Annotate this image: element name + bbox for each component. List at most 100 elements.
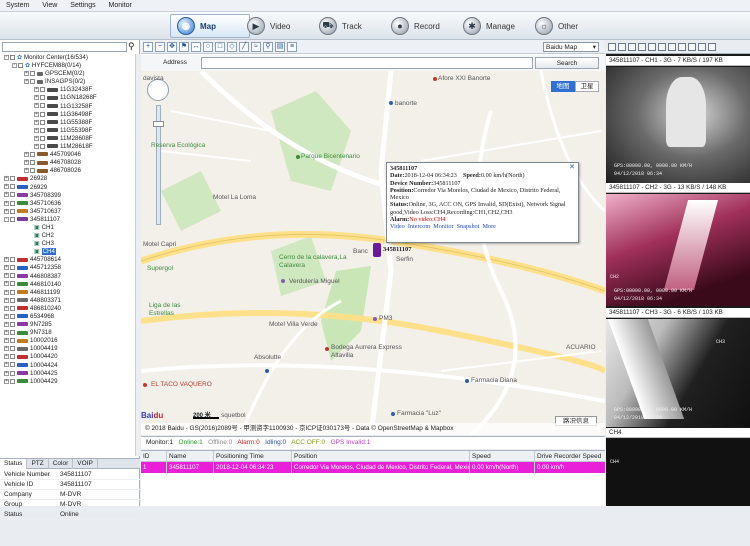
tree-checkbox[interactable] — [40, 135, 45, 141]
tree-device[interactable]: +10004424 — [0, 362, 140, 370]
tree-checkbox[interactable] — [40, 111, 45, 117]
video-frame-ch3[interactable]: CH3 GPS:00000.00, 0000.00 KM/H 04/12/201… — [606, 319, 750, 427]
tree-checkbox[interactable] — [30, 79, 35, 85]
tree-subgroup[interactable]: + INSAGPS(0/2) — [0, 78, 140, 86]
tree-device[interactable]: +9N7318 — [0, 329, 140, 337]
device-tree[interactable]: - ✿ Monitor Center(16/534) - ✿ HYFCEM88(0/… — [0, 54, 140, 456]
tree-device[interactable]: +11G55388F — [0, 119, 140, 127]
tree-checkbox[interactable] — [30, 71, 35, 77]
tree-device[interactable]: +446808387 — [0, 273, 140, 281]
tree-checkbox[interactable] — [10, 265, 15, 271]
col-time[interactable]: Positioning Time — [214, 451, 292, 461]
expand-icon[interactable]: + — [24, 71, 29, 77]
expand-icon[interactable]: + — [4, 176, 9, 182]
tree-device[interactable]: +11G13258F — [0, 103, 140, 111]
vehicle-marker-icon[interactable] — [373, 243, 381, 257]
tree-checkbox[interactable] — [30, 168, 35, 174]
tree-device[interactable]: +445709046 — [0, 151, 140, 159]
menu-monitor[interactable]: Monitor — [103, 0, 137, 9]
tree-subgroup[interactable]: + GPSCEM(0/2) — [0, 70, 140, 78]
tab-track[interactable]: ⛟ Track — [312, 14, 392, 38]
alarm-count[interactable]: Alarm:0 — [237, 439, 259, 446]
line-icon[interactable]: ╱ — [239, 42, 249, 52]
satellite-mode-button[interactable]: 卫星 — [575, 81, 599, 92]
collapse-icon[interactable]: - — [4, 216, 9, 222]
popup-intercom-link[interactable]: Intercom — [408, 223, 430, 230]
tree-device[interactable]: +486708026 — [0, 167, 140, 175]
menu-settings[interactable]: Settings — [64, 0, 100, 9]
tree-device[interactable]: +448803371 — [0, 297, 140, 305]
expand-icon[interactable]: + — [4, 184, 9, 190]
tab-record[interactable]: ● Record — [384, 14, 464, 38]
col-recorder-speed[interactable]: Drive Recorder Speed — [535, 451, 605, 461]
tree-device[interactable]: +11M28608F — [0, 135, 140, 143]
tree-device[interactable]: +446708028 — [0, 159, 140, 167]
pan-icon[interactable]: ✥ — [167, 42, 177, 52]
tag-icon[interactable]: ⚑ — [179, 42, 189, 52]
expand-icon[interactable]: + — [4, 192, 9, 198]
fullscreen-icon[interactable] — [708, 43, 716, 51]
tree-device[interactable]: +446811199 — [0, 289, 140, 297]
expand-icon[interactable]: + — [4, 321, 9, 327]
menu-view[interactable]: View — [36, 0, 62, 9]
tree-device[interactable]: +11G36498F — [0, 111, 140, 119]
record-video-icon[interactable] — [668, 43, 676, 51]
expand-icon[interactable]: + — [4, 378, 9, 384]
stop-icon[interactable] — [688, 43, 696, 51]
tree-device[interactable]: +10004425 — [0, 370, 140, 378]
expand-icon[interactable]: + — [24, 151, 29, 157]
close-icon[interactable]: ✕ — [569, 163, 575, 171]
offline-count[interactable]: Offline:0 — [208, 439, 232, 446]
tab-map[interactable]: ◉ Map — [170, 14, 250, 38]
tree-device-selected[interactable]: - 345811107 — [0, 216, 140, 224]
tree-checkbox[interactable] — [10, 184, 15, 190]
col-position[interactable]: Position — [292, 451, 470, 461]
expand-icon[interactable]: + — [4, 338, 9, 344]
zoom-slider-handle[interactable] — [153, 121, 164, 127]
tab-voip[interactable]: VOIP — [73, 459, 98, 469]
expand-icon[interactable]: + — [4, 346, 9, 352]
expand-icon[interactable]: + — [4, 200, 9, 206]
tab-color[interactable]: Color — [49, 459, 74, 469]
expand-icon[interactable]: + — [4, 289, 9, 295]
col-id[interactable]: ID — [141, 451, 167, 461]
tree-device[interactable]: +11G55398F — [0, 127, 140, 135]
tree-device[interactable]: +11GN18268F — [0, 94, 140, 102]
sound-icon[interactable] — [698, 43, 706, 51]
popup-snapshot-link[interactable]: Snapshot — [457, 223, 480, 230]
area-icon[interactable]: ▤ — [275, 42, 285, 52]
tab-manage[interactable]: ✱ Manage — [456, 14, 536, 38]
tree-checkbox[interactable] — [10, 330, 15, 336]
monitor-count[interactable]: Monitor:1 — [146, 439, 173, 446]
tree-checkbox[interactable] — [40, 143, 45, 149]
search-icon[interactable]: ⚲ — [128, 41, 135, 52]
tree-checkbox[interactable] — [10, 313, 15, 319]
tree-checkbox[interactable] — [10, 378, 15, 384]
tree-device[interactable]: +345710637 — [0, 208, 140, 216]
col-name[interactable]: Name — [167, 451, 214, 461]
expand-icon[interactable]: + — [4, 208, 9, 214]
tree-checkbox[interactable] — [10, 176, 15, 182]
online-count[interactable]: Online:1 — [179, 439, 203, 446]
video-frame-ch1[interactable]: GPS:00000.00, 0000.00 KM/H 04/12/2018 06… — [606, 67, 750, 183]
expand-icon[interactable]: + — [4, 281, 9, 287]
polygon-icon[interactable]: ◇ — [227, 42, 237, 52]
tree-checkbox[interactable] — [10, 289, 15, 295]
expand-icon[interactable]: + — [34, 103, 39, 109]
tree-checkbox[interactable] — [10, 257, 15, 263]
address-input[interactable] — [201, 57, 533, 69]
table-row[interactable]: 1 345811107 2018-12-04 06:34:23 Corredor… — [141, 462, 605, 473]
collapse-icon[interactable]: - — [4, 54, 9, 60]
tree-checkbox[interactable] — [10, 54, 15, 60]
tree-device[interactable]: +345710636 — [0, 200, 140, 208]
tree-device[interactable]: +10004420 — [0, 353, 140, 361]
snapshot-icon[interactable] — [658, 43, 666, 51]
expand-icon[interactable]: + — [4, 354, 9, 360]
tree-checkbox[interactable] — [10, 370, 15, 376]
tree-checkbox[interactable] — [10, 321, 15, 327]
expand-icon[interactable]: + — [4, 305, 9, 311]
video-frame-ch2[interactable]: CH2 GPS:00000.00, 0000.00 KM/H 04/12/201… — [606, 194, 750, 306]
expand-icon[interactable]: + — [4, 370, 9, 376]
tree-device[interactable]: +445712358 — [0, 264, 140, 272]
expand-icon[interactable]: + — [24, 160, 29, 166]
